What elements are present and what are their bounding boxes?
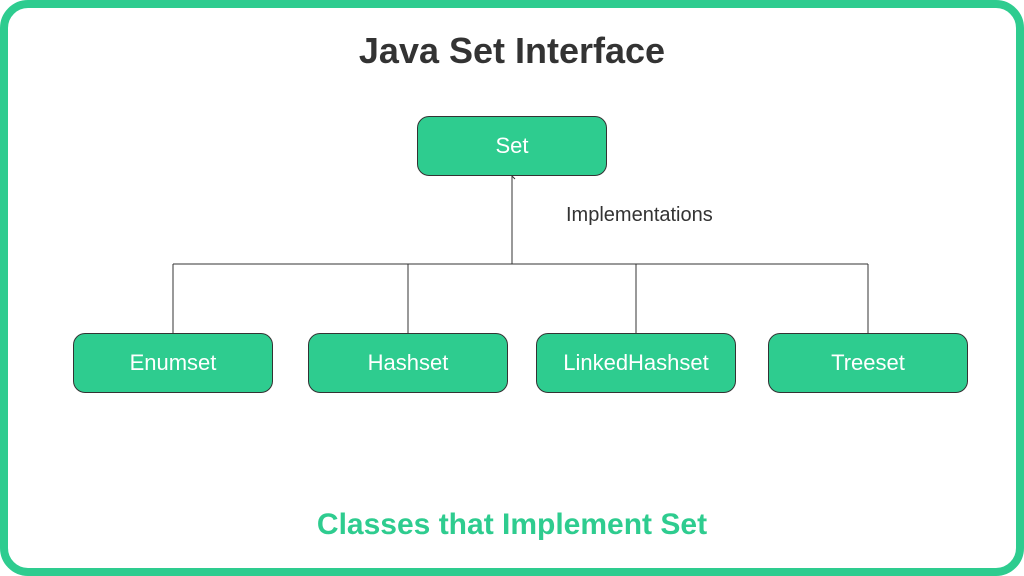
edge-label-implementations: Implementations [566, 204, 713, 227]
child-node-label: Enumset [130, 350, 217, 376]
child-node-label: LinkedHashset [563, 350, 709, 376]
child-node-label: Hashset [368, 350, 449, 376]
diagram-container: Java Set Interface Set Implementations E… [0, 0, 1024, 576]
root-node-set: Set [417, 116, 607, 176]
diagram-subtitle: Classes that Implement Set [317, 508, 707, 542]
child-node-hashset: Hashset [308, 333, 508, 393]
child-node-linkedhashset: LinkedHashset [536, 333, 736, 393]
connector-lines [8, 8, 1016, 568]
diagram-title: Java Set Interface [359, 30, 665, 72]
child-node-label: Treeset [831, 350, 905, 376]
child-node-enumset: Enumset [73, 333, 273, 393]
root-node-label: Set [495, 133, 528, 159]
child-node-treeset: Treeset [768, 333, 968, 393]
